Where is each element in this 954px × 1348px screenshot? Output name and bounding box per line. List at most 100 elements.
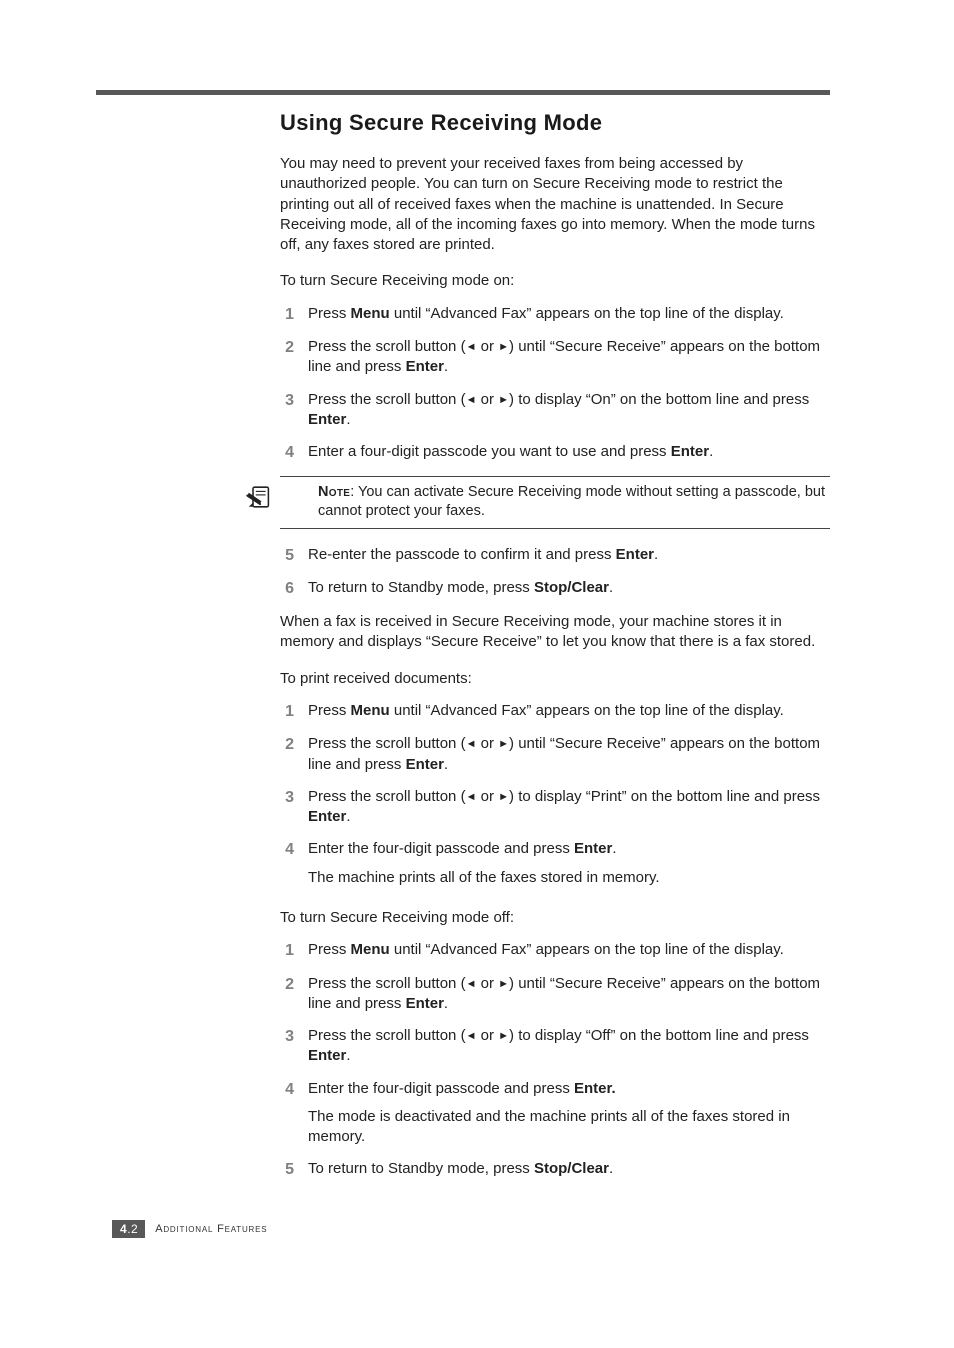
step-text: Press [308,305,351,322]
step-body: Press the scroll button (◄ or ►) until “… [308,734,830,775]
step-number: 2 [280,337,294,378]
step-text: or [476,1027,498,1044]
triangle-right-icon: ► [498,393,509,408]
step-item: 3 Press the scroll button (◄ or ►) to di… [280,390,830,431]
step-body: Press the scroll button (◄ or ►) until “… [308,974,830,1015]
step-text: until “Advanced Fax” appears on the top … [390,941,784,958]
page-number-badge: 4.2 [112,1220,145,1238]
step-key: Stop/Clear [534,1160,609,1177]
step-key: Enter [308,411,346,428]
step-item: 2 Press the scroll button (◄ or ►) until… [280,734,830,775]
step-text: ) to display “Off” on the bottom line an… [509,1027,809,1044]
step-item: 2 Press the scroll button (◄ or ►) until… [280,337,830,378]
step-body: Re-enter the passcode to confirm it and … [308,545,830,567]
step-text: Press the scroll button ( [308,735,466,752]
step-text: or [476,975,498,992]
step-key: Enter [308,808,346,825]
lead-print: To print received documents: [280,669,830,689]
step-key: Enter [574,840,612,857]
triangle-right-icon: ► [498,977,509,992]
triangle-right-icon: ► [498,790,509,805]
step-item: 4 Enter the four-digit passcode and pres… [280,839,830,888]
section-heading: Using Secure Receiving Mode [280,110,830,136]
step-text: ) to display “Print” on the bottom line … [509,788,820,805]
step-item: 5 To return to Standby mode, press Stop/… [280,1159,830,1181]
step-item: 2 Press the scroll button (◄ or ►) until… [280,974,830,1015]
step-text: . [444,756,448,773]
step-text: . [609,1160,613,1177]
step-key: Menu [351,941,390,958]
step-number: 2 [280,734,294,775]
document-page: Using Secure Receiving Mode You may need… [0,0,954,1348]
step-text: Press the scroll button ( [308,975,466,992]
step-text: . [444,358,448,375]
step-text: . [346,411,350,428]
step-text: . [709,443,713,460]
step-text: until “Advanced Fax” appears on the top … [390,702,784,719]
step-body: Enter a four-digit passcode you want to … [308,442,830,464]
step-key: Menu [351,305,390,322]
step-text: . [612,840,616,857]
triangle-left-icon: ◄ [466,1029,477,1044]
step-text: To return to Standby mode, press [308,579,534,596]
note-icon [246,483,274,511]
step-number: 6 [280,578,294,600]
step-key: Enter. [574,1080,616,1097]
step-item: 3 Press the scroll button (◄ or ►) to di… [280,1026,830,1067]
step-text: or [476,391,498,408]
step-number: 4 [280,839,294,888]
step-item: 1 Press Menu until “Advanced Fax” appear… [280,940,830,962]
step-text: until “Advanced Fax” appears on the top … [390,305,784,322]
step-text: Press the scroll button ( [308,338,466,355]
steps-turn-off: 1 Press Menu until “Advanced Fax” appear… [280,940,830,1181]
page-footer: 4.2 Additional Features [112,1220,267,1238]
step-key: Enter [308,1047,346,1064]
step-number: 3 [280,1026,294,1067]
steps-turn-on-continued: 5 Re-enter the passcode to confirm it an… [280,545,830,600]
step-key: Enter [406,756,444,773]
note-block: Note: You can activate Secure Receiving … [280,476,830,529]
step-number: 4 [280,442,294,464]
step-text: . [444,995,448,1012]
step-text: Press the scroll button ( [308,788,466,805]
step-text: To return to Standby mode, press [308,1160,534,1177]
step-text: . [654,546,658,563]
triangle-left-icon: ◄ [466,977,477,992]
step-body: Press Menu until “Advanced Fax” appears … [308,940,830,962]
step-number: 3 [280,390,294,431]
step-body: Enter the four-digit passcode and press … [308,839,830,888]
step-text: Press [308,702,351,719]
step-key: Enter [406,995,444,1012]
triangle-left-icon: ◄ [466,340,477,355]
step-number: 5 [280,1159,294,1181]
step-key: Enter [616,546,654,563]
step-body: Press the scroll button (◄ or ►) until “… [308,337,830,378]
step-subtext: The mode is deactivated and the machine … [308,1107,830,1148]
step-item: 4 Enter a four-digit passcode you want t… [280,442,830,464]
step-number: 4 [280,1079,294,1148]
step-number: 1 [280,701,294,723]
step-body: Press the scroll button (◄ or ►) to disp… [308,390,830,431]
step-text: Enter the four-digit passcode and press [308,1080,574,1097]
step-key: Stop/Clear [534,579,609,596]
step-number: 1 [280,940,294,962]
step-text: ) to display “On” on the bottom line and… [509,391,809,408]
step-body: Press Menu until “Advanced Fax” appears … [308,701,830,723]
note-label: Note [318,484,350,500]
step-text: Re-enter the passcode to confirm it and … [308,546,616,563]
content-column: Using Secure Receiving Mode You may need… [280,110,830,1181]
step-item: 1 Press Menu until “Advanced Fax” appear… [280,304,830,326]
step-text: or [476,788,498,805]
step-number: 5 [280,545,294,567]
triangle-right-icon: ► [498,1029,509,1044]
step-item: 3 Press the scroll button (◄ or ►) to di… [280,787,830,828]
step-key: Enter [671,443,709,460]
step-text: . [346,1047,350,1064]
step-item: 6 To return to Standby mode, press Stop/… [280,578,830,600]
step-text: Press the scroll button ( [308,391,466,408]
step-key: Menu [351,702,390,719]
triangle-right-icon: ► [498,340,509,355]
step-item: 4 Enter the four-digit passcode and pres… [280,1079,830,1148]
intro-paragraph: You may need to prevent your received fa… [280,154,830,255]
step-text: Press the scroll button ( [308,1027,466,1044]
